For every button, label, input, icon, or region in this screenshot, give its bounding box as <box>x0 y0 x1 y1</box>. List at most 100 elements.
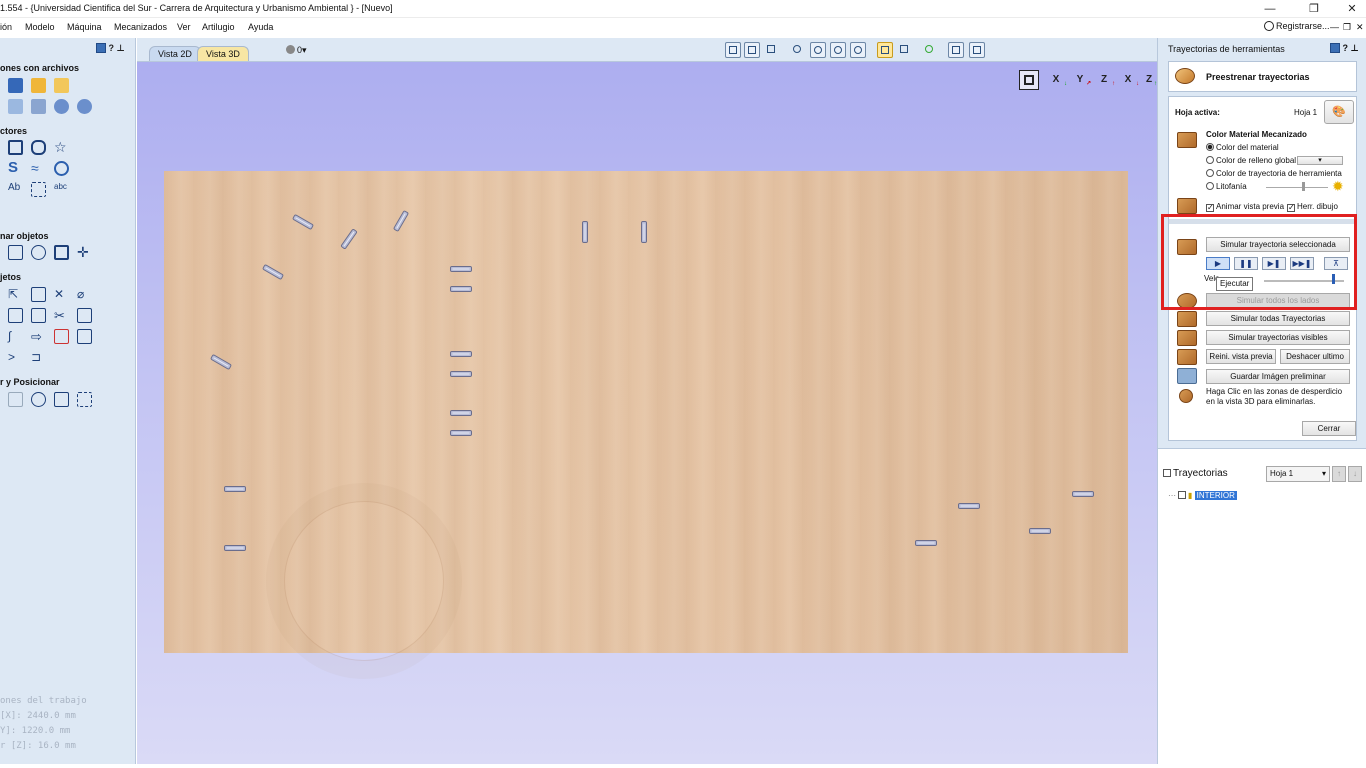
reset-preview-button[interactable]: Reini. vista previa <box>1206 349 1276 364</box>
rectangle-icon[interactable] <box>8 140 23 155</box>
radio-lithophane[interactable] <box>1206 182 1214 190</box>
help-icon[interactable]: ? <box>1343 43 1349 53</box>
scissors-icon[interactable]: ✂ <box>54 308 69 323</box>
material-board[interactable] <box>164 171 1128 661</box>
menu-maquina[interactable]: Máquina <box>67 22 102 32</box>
toolpath-slot[interactable] <box>261 263 285 281</box>
paste-icon[interactable] <box>31 99 46 114</box>
sheet-manager-icon[interactable]: 🎨 <box>1324 100 1354 124</box>
open-folder-icon[interactable] <box>31 78 46 93</box>
menu-ayuda[interactable]: Ayuda <box>248 22 273 32</box>
center-icon[interactable]: ✛ <box>77 245 92 260</box>
toolpath-slot[interactable] <box>582 221 588 243</box>
toolpath-slot[interactable] <box>340 228 358 250</box>
axis-right-icon[interactable]: X ↓ <box>1117 70 1139 92</box>
toolpath-slot[interactable] <box>450 430 472 436</box>
draw-tool-checkbox[interactable]: ✓ <box>1287 204 1295 212</box>
text-frame-icon[interactable] <box>31 182 46 197</box>
curve-icon[interactable]: ∫ <box>8 329 23 344</box>
option-toolpath-color[interactable]: Color de trayectoria de herramienta <box>1206 169 1342 178</box>
bridge-icon[interactable]: > <box>8 350 23 365</box>
fill-color-dropdown[interactable]: ▾ <box>1297 156 1343 165</box>
doc-close-button[interactable]: ✕ <box>1356 22 1364 33</box>
register-link[interactable]: Registrarse... <box>1264 21 1330 31</box>
3d-viewport[interactable]: X ↓ Y ↗ Z ↑ X ↓ Z ↑ <box>137 62 1157 764</box>
node-edit-icon[interactable]: ⇱ <box>8 287 23 302</box>
offset-icon[interactable] <box>8 308 23 323</box>
zoom-in-icon[interactable] <box>810 42 826 58</box>
menu-ver[interactable]: Ver <box>177 22 191 32</box>
fillet-icon[interactable] <box>31 308 46 323</box>
axis-left-icon[interactable]: Z ↑ <box>1141 70 1157 92</box>
toolpath-slot[interactable] <box>450 286 472 292</box>
zoom-box-icon[interactable] <box>725 42 741 58</box>
group-icon[interactable] <box>31 287 46 302</box>
layer-selector[interactable]: 0▾ <box>286 45 307 56</box>
save-icon[interactable] <box>8 78 23 93</box>
measure-icon[interactable]: ⌀ <box>77 287 92 302</box>
radio-toolpath-color[interactable] <box>1206 169 1214 177</box>
doc-minimize-button[interactable]: — <box>1330 22 1339 32</box>
undo-last-button[interactable]: Deshacer ultimo <box>1280 349 1350 364</box>
scale-icon[interactable] <box>54 245 69 260</box>
toolpath-slot[interactable] <box>1029 528 1051 534</box>
option-material-color[interactable]: Color del material <box>1206 143 1279 152</box>
toolpath-slot[interactable] <box>209 353 233 371</box>
move-down-button[interactable]: ↓ <box>1348 466 1362 482</box>
nest-icon[interactable] <box>77 392 92 407</box>
tab-3d-view[interactable]: Vista 3D <box>197 46 249 61</box>
restore-button[interactable]: ❐ <box>1300 1 1328 17</box>
pan-icon[interactable] <box>790 42 806 58</box>
dock-icon[interactable] <box>1330 43 1340 53</box>
star-icon[interactable]: ☆ <box>54 140 69 155</box>
axis-front-icon[interactable]: Z ↑ <box>1093 70 1115 92</box>
close-panel-button[interactable]: Cerrar <box>1302 421 1356 436</box>
grid-array-icon[interactable] <box>54 392 69 407</box>
lithophane-slider-track[interactable] <box>1266 187 1328 188</box>
wireframe-icon[interactable] <box>897 42 913 58</box>
radio-material-color[interactable] <box>1206 143 1214 151</box>
simulate-all-button[interactable]: Simular todas Trayectorias <box>1206 311 1350 326</box>
radio-fill-color[interactable] <box>1206 156 1214 164</box>
menu-file[interactable]: ión <box>0 22 12 32</box>
zoom-fit-icon[interactable] <box>1019 70 1039 90</box>
toolpath-slot[interactable] <box>450 410 472 416</box>
toolpath-slot[interactable] <box>450 371 472 377</box>
undo-icon[interactable] <box>54 99 69 114</box>
simulate-visible-button[interactable]: Simular trayectorias visibles <box>1206 330 1350 345</box>
option-lithophane[interactable]: Litofanía <box>1206 182 1247 191</box>
menu-mecanizados[interactable]: Mecanizados <box>114 22 167 32</box>
draw-tool-option[interactable]: ✓ Herr. dibujo <box>1287 202 1338 212</box>
grid-icon[interactable] <box>764 42 780 58</box>
save-image-button[interactable]: Guardar Imágen preliminar <box>1206 369 1350 384</box>
move-icon[interactable] <box>8 245 23 260</box>
option-fill-color[interactable]: Color de relleno global <box>1206 156 1296 165</box>
toolpath-slot[interactable] <box>958 503 980 509</box>
toolpath-slot[interactable] <box>450 266 472 272</box>
toolpath-slot[interactable] <box>392 209 410 233</box>
toolpath-slot[interactable] <box>291 213 315 231</box>
spiral-s-icon[interactable]: S <box>8 160 23 176</box>
close-vector-icon[interactable] <box>54 329 69 344</box>
toolpath-slot[interactable] <box>641 221 647 243</box>
split-horizontal-icon[interactable] <box>948 42 964 58</box>
tab-2d-view[interactable]: Vista 2D <box>149 46 201 61</box>
snap-grid-icon[interactable] <box>744 42 760 58</box>
toolpath-slot[interactable] <box>915 540 937 546</box>
trim-icon[interactable] <box>77 308 92 323</box>
extend-icon[interactable]: ⊐ <box>31 350 46 365</box>
toolpath-slot[interactable] <box>450 351 472 357</box>
dock-icon[interactable] <box>96 43 106 53</box>
toolpath-slot[interactable] <box>224 486 246 492</box>
sheet-select[interactable]: Hoja 1 ▾ <box>1266 466 1330 482</box>
align-icon[interactable] <box>8 392 23 407</box>
animate-preview-option[interactable]: ✓ Animar vista previa <box>1206 202 1284 212</box>
pin-icon[interactable]: ⊥ <box>1351 43 1359 53</box>
polygon-icon[interactable] <box>31 140 46 155</box>
delete-icon[interactable]: ✕ <box>54 287 69 302</box>
wave-icon[interactable]: ≈ <box>31 161 46 176</box>
join-icon[interactable] <box>77 329 92 344</box>
distribute-icon[interactable] <box>31 392 46 407</box>
menu-artilugio[interactable]: Artilugio <box>202 22 235 32</box>
lithophane-slider-thumb[interactable] <box>1302 182 1305 191</box>
